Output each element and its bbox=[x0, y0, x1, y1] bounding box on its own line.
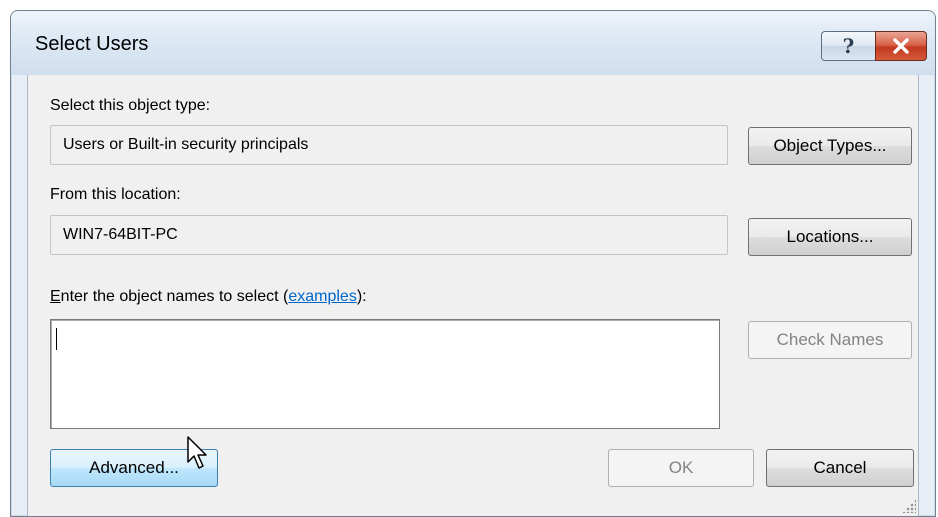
dialog-body: Select this object type: Users or Built-… bbox=[27, 75, 919, 516]
examples-link[interactable]: examples bbox=[288, 288, 356, 305]
ok-button[interactable]: OK bbox=[608, 449, 754, 487]
object-type-label: Select this object type: bbox=[50, 97, 211, 114]
caption-buttons: ? bbox=[821, 31, 927, 61]
object-names-input[interactable] bbox=[50, 319, 720, 429]
close-button[interactable] bbox=[875, 31, 927, 61]
question-mark-icon: ? bbox=[842, 34, 855, 58]
cancel-button[interactable]: Cancel bbox=[766, 449, 914, 487]
check-names-button[interactable]: Check Names bbox=[748, 321, 912, 359]
resize-grip[interactable] bbox=[902, 499, 916, 513]
object-names-label: Enter the object names to select (exampl… bbox=[50, 288, 367, 306]
object-names-label-text: nter the object names to select ( bbox=[60, 288, 289, 305]
text-caret bbox=[56, 328, 57, 350]
close-x-icon bbox=[893, 38, 909, 54]
location-field: WIN7-64BIT-PC bbox=[50, 215, 728, 255]
select-users-dialog: Select Users ? Select this object type: … bbox=[10, 10, 936, 517]
accelerator-key: E bbox=[50, 288, 61, 305]
location-label: From this location: bbox=[50, 186, 181, 203]
object-types-button[interactable]: Object Types... bbox=[748, 127, 912, 165]
dialog-title: Select Users bbox=[35, 33, 149, 55]
object-names-label-end: ): bbox=[356, 288, 367, 305]
title-bar[interactable]: Select Users ? bbox=[11, 11, 935, 75]
help-button[interactable]: ? bbox=[821, 31, 875, 61]
locations-button[interactable]: Locations... bbox=[748, 218, 912, 256]
mouse-pointer-icon bbox=[187, 436, 207, 469]
object-type-field: Users or Built-in security principals bbox=[50, 125, 728, 165]
